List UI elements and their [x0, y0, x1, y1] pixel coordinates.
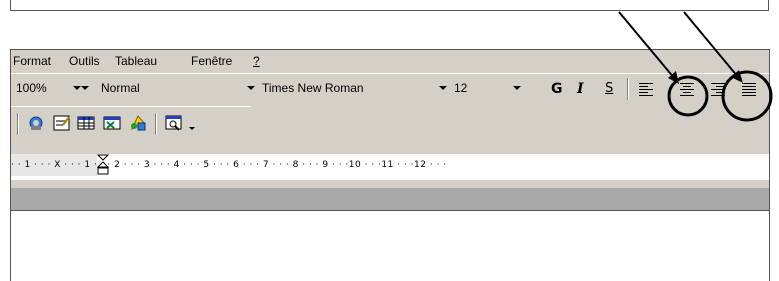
size-value: 12 [454, 81, 468, 95]
font-value: Times New Roman [262, 81, 364, 95]
ruler-bottom-bar [11, 188, 769, 211]
font-dropdown-icon[interactable] [439, 86, 447, 90]
table-icon[interactable] [77, 114, 95, 132]
zoom-dropdown-icon[interactable] [73, 86, 81, 90]
style-combo[interactable]: Normal [81, 78, 255, 98]
zoom-combo[interactable]: 100% [13, 78, 85, 98]
zoom-value: 100% [16, 81, 47, 95]
dropdown-icon[interactable] [189, 127, 195, 130]
style-dropdown-left-icon [81, 86, 89, 90]
menu-bar: Format Outils Tableau Fenêtre ? [11, 50, 769, 72]
internet-explorer-icon[interactable] [27, 114, 45, 132]
form-icon[interactable] [53, 114, 71, 132]
align-left-icon[interactable] [639, 83, 653, 96]
toolbar-divider [11, 106, 251, 107]
toolbar-grip [17, 113, 19, 135]
excel-icon[interactable] [103, 114, 121, 132]
indent-marker-icon[interactable] [97, 154, 109, 178]
align-right-icon[interactable] [711, 83, 725, 96]
menu-tableau[interactable]: Tableau [115, 54, 157, 68]
menu-format[interactable]: Format [13, 54, 51, 68]
menu-help[interactable]: ? [253, 54, 260, 68]
underline-button[interactable]: S [605, 81, 613, 97]
standard-toolbar [11, 109, 769, 139]
italic-button[interactable]: I [577, 81, 584, 97]
formatting-toolbar: 100% Normal Times New Roman 12 G I S [11, 73, 769, 102]
size-combo[interactable]: 12 [451, 78, 521, 98]
horizontal-ruler[interactable]: · · 1 · · · X · · · 1 · · · 2 · · · 3 · … [11, 154, 769, 180]
style-dropdown-icon[interactable] [247, 86, 255, 90]
ruler-labels: · · 1 · · · X · · · 1 · · · 2 · · · 3 · … [11, 160, 447, 170]
size-dropdown-icon[interactable] [513, 86, 521, 90]
menu-fenetre[interactable]: Fenêtre [191, 54, 232, 68]
bold-button[interactable]: G [551, 81, 563, 97]
font-combo[interactable]: Times New Roman [259, 78, 449, 98]
toolbar-separator [627, 78, 629, 100]
document-area[interactable] [11, 211, 769, 281]
toolbar-separator-2 [155, 113, 157, 135]
align-center-icon[interactable] [680, 83, 694, 96]
style-value: Normal [101, 81, 140, 95]
document-map-icon[interactable] [165, 114, 183, 132]
drawing-icon[interactable] [129, 114, 147, 132]
word-window: Format Outils Tableau Fenêtre ? 100% Nor… [10, 49, 770, 281]
previous-window-frame [10, 0, 769, 11]
menu-outils[interactable]: Outils [69, 54, 100, 68]
justify-icon[interactable] [742, 83, 756, 96]
